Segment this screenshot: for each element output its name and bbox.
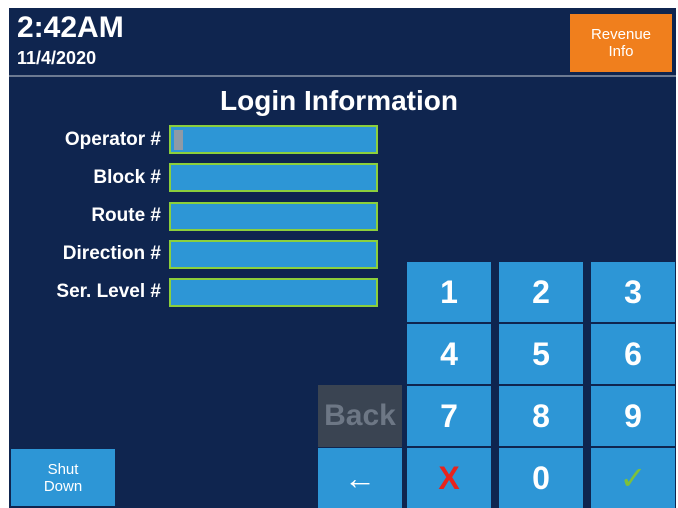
direction-label: Direction #: [62, 243, 161, 264]
clock-time: 2:42AM: [17, 11, 124, 44]
confirm-check-button[interactable]: ✓: [591, 448, 675, 508]
direction-input[interactable]: [169, 240, 378, 269]
top-bar: 2:42AM 11/4/2020 Revenue Info: [9, 8, 676, 75]
top-bar-divider: [9, 75, 676, 77]
shutdown-button[interactable]: Shut Down: [11, 449, 115, 506]
keypad-key-7[interactable]: 7: [407, 386, 491, 446]
keypad-key-0[interactable]: 0: [499, 448, 583, 508]
keypad-key-6[interactable]: 6: [591, 324, 675, 384]
back-button[interactable]: Back: [318, 385, 402, 447]
service-level-input[interactable]: [169, 278, 378, 307]
keypad-key-9[interactable]: 9: [591, 386, 675, 446]
text-cursor: [174, 130, 183, 150]
revenue-info-button[interactable]: Revenue Info: [570, 14, 672, 72]
service-level-label: Ser. Level #: [56, 281, 161, 302]
keypad-key-4[interactable]: 4: [407, 324, 491, 384]
keypad-key-8[interactable]: 8: [499, 386, 583, 446]
route-label: Route #: [91, 205, 161, 226]
keypad-key-3[interactable]: 3: [591, 262, 675, 322]
keypad-key-2[interactable]: 2: [499, 262, 583, 322]
keypad-key-5[interactable]: 5: [499, 324, 583, 384]
route-input[interactable]: [169, 202, 378, 231]
login-screen: 2:42AM 11/4/2020 Revenue Info Login Info…: [9, 8, 676, 508]
clock-date: 11/4/2020: [17, 48, 97, 68]
cancel-x-button[interactable]: X: [407, 448, 491, 508]
page-title: Login Information: [220, 85, 458, 116]
backspace-arrow-button[interactable]: ←: [318, 448, 402, 508]
operator-label: Operator #: [64, 129, 161, 150]
block-input[interactable]: [169, 163, 378, 192]
keypad-key-1[interactable]: 1: [407, 262, 491, 322]
block-label: Block #: [93, 167, 161, 188]
operator-input[interactable]: [169, 125, 378, 154]
